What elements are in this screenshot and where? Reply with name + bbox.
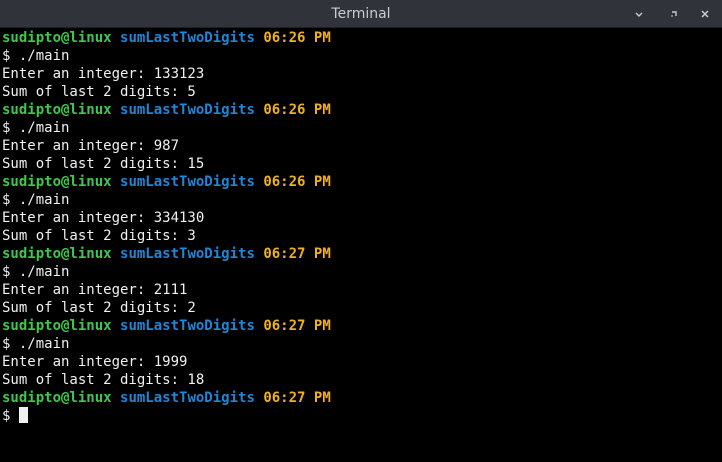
command-line: $ ./main — [0, 263, 722, 281]
output-input-line: Enter an integer: 987 — [2, 138, 180, 154]
prompt-directory: sumLastTwoDigits — [120, 390, 255, 406]
text-cursor — [18, 407, 28, 423]
prompt-directory: sumLastTwoDigits — [120, 30, 255, 46]
terminal-window: Terminal sudipto@linux sumLastTwoDigits … — [0, 0, 722, 462]
command-text: ./main — [18, 120, 70, 136]
output-input-line: Enter an integer: 133123 — [2, 66, 205, 82]
prompt-symbol: $ — [2, 192, 19, 208]
prompt-time: 06:26 PM — [263, 30, 331, 46]
maximize-button[interactable] — [665, 5, 683, 23]
prompt-symbol: $ — [2, 264, 19, 280]
output-result-line: Sum of last 2 digits: 15 — [2, 156, 205, 172]
prompt-line: sudipto@linux sumLastTwoDigits 06:26 PM — [0, 29, 722, 47]
prompt-symbol: $ — [2, 336, 19, 352]
command-input-line[interactable]: $ — [0, 407, 722, 425]
command-line: $ ./main — [0, 191, 722, 209]
prompt-directory: sumLastTwoDigits — [120, 174, 255, 190]
prompt-user: sudipto@linux — [2, 318, 112, 334]
prompt-time: 06:26 PM — [263, 102, 331, 118]
output-input-line: Enter an integer: 1999 — [2, 354, 188, 370]
prompt-time: 06:26 PM — [263, 174, 331, 190]
terminal-output[interactable]: sudipto@linux sumLastTwoDigits 06:26 PM … — [0, 29, 722, 462]
output-result-line: Sum of last 2 digits: 3 — [2, 228, 196, 244]
prompt-directory: sumLastTwoDigits — [120, 246, 255, 262]
prompt-symbol: $ — [2, 120, 19, 136]
prompt-user: sudipto@linux — [2, 102, 112, 118]
window-title: Terminal — [331, 6, 391, 22]
prompt-directory: sumLastTwoDigits — [120, 102, 255, 118]
prompt-line: sudipto@linux sumLastTwoDigits 06:26 PM — [0, 173, 722, 191]
command-text: ./main — [18, 192, 70, 208]
prompt-line: sudipto@linux sumLastTwoDigits 06:27 PM — [0, 245, 722, 263]
prompt-user: sudipto@linux — [2, 390, 112, 406]
prompt-symbol: $ — [2, 408, 19, 424]
command-line: $ ./main — [0, 335, 722, 353]
command-text: ./main — [18, 336, 70, 352]
close-icon — [701, 10, 709, 18]
output-input-line: Enter an integer: 2111 — [2, 282, 188, 298]
prompt-time: 06:27 PM — [263, 318, 331, 334]
prompt-user: sudipto@linux — [2, 30, 112, 46]
prompt-line: sudipto@linux sumLastTwoDigits 06:26 PM — [0, 101, 722, 119]
maximize-icon — [671, 11, 677, 17]
prompt-time: 06:27 PM — [263, 390, 331, 406]
prompt-user: sudipto@linux — [2, 174, 112, 190]
minimize-icon — [635, 12, 643, 17]
command-text: ./main — [18, 264, 70, 280]
close-button[interactable] — [696, 5, 714, 23]
output-result-line: Sum of last 2 digits: 18 — [2, 372, 205, 388]
minimize-button[interactable] — [630, 5, 648, 23]
command-text: ./main — [18, 48, 70, 64]
output-result-line: Sum of last 2 digits: 5 — [2, 84, 196, 100]
prompt-directory: sumLastTwoDigits — [120, 318, 255, 334]
title-bar[interactable]: Terminal — [0, 0, 722, 28]
command-line: $ ./main — [0, 47, 722, 65]
command-line: $ ./main — [0, 119, 722, 137]
output-result-line: Sum of last 2 digits: 2 — [2, 300, 196, 316]
output-input-line: Enter an integer: 334130 — [2, 210, 205, 226]
prompt-symbol: $ — [2, 48, 19, 64]
prompt-line: sudipto@linux sumLastTwoDigits 06:27 PM — [0, 389, 722, 407]
prompt-line: sudipto@linux sumLastTwoDigits 06:27 PM — [0, 317, 722, 335]
prompt-time: 06:27 PM — [263, 246, 331, 262]
prompt-user: sudipto@linux — [2, 246, 112, 262]
